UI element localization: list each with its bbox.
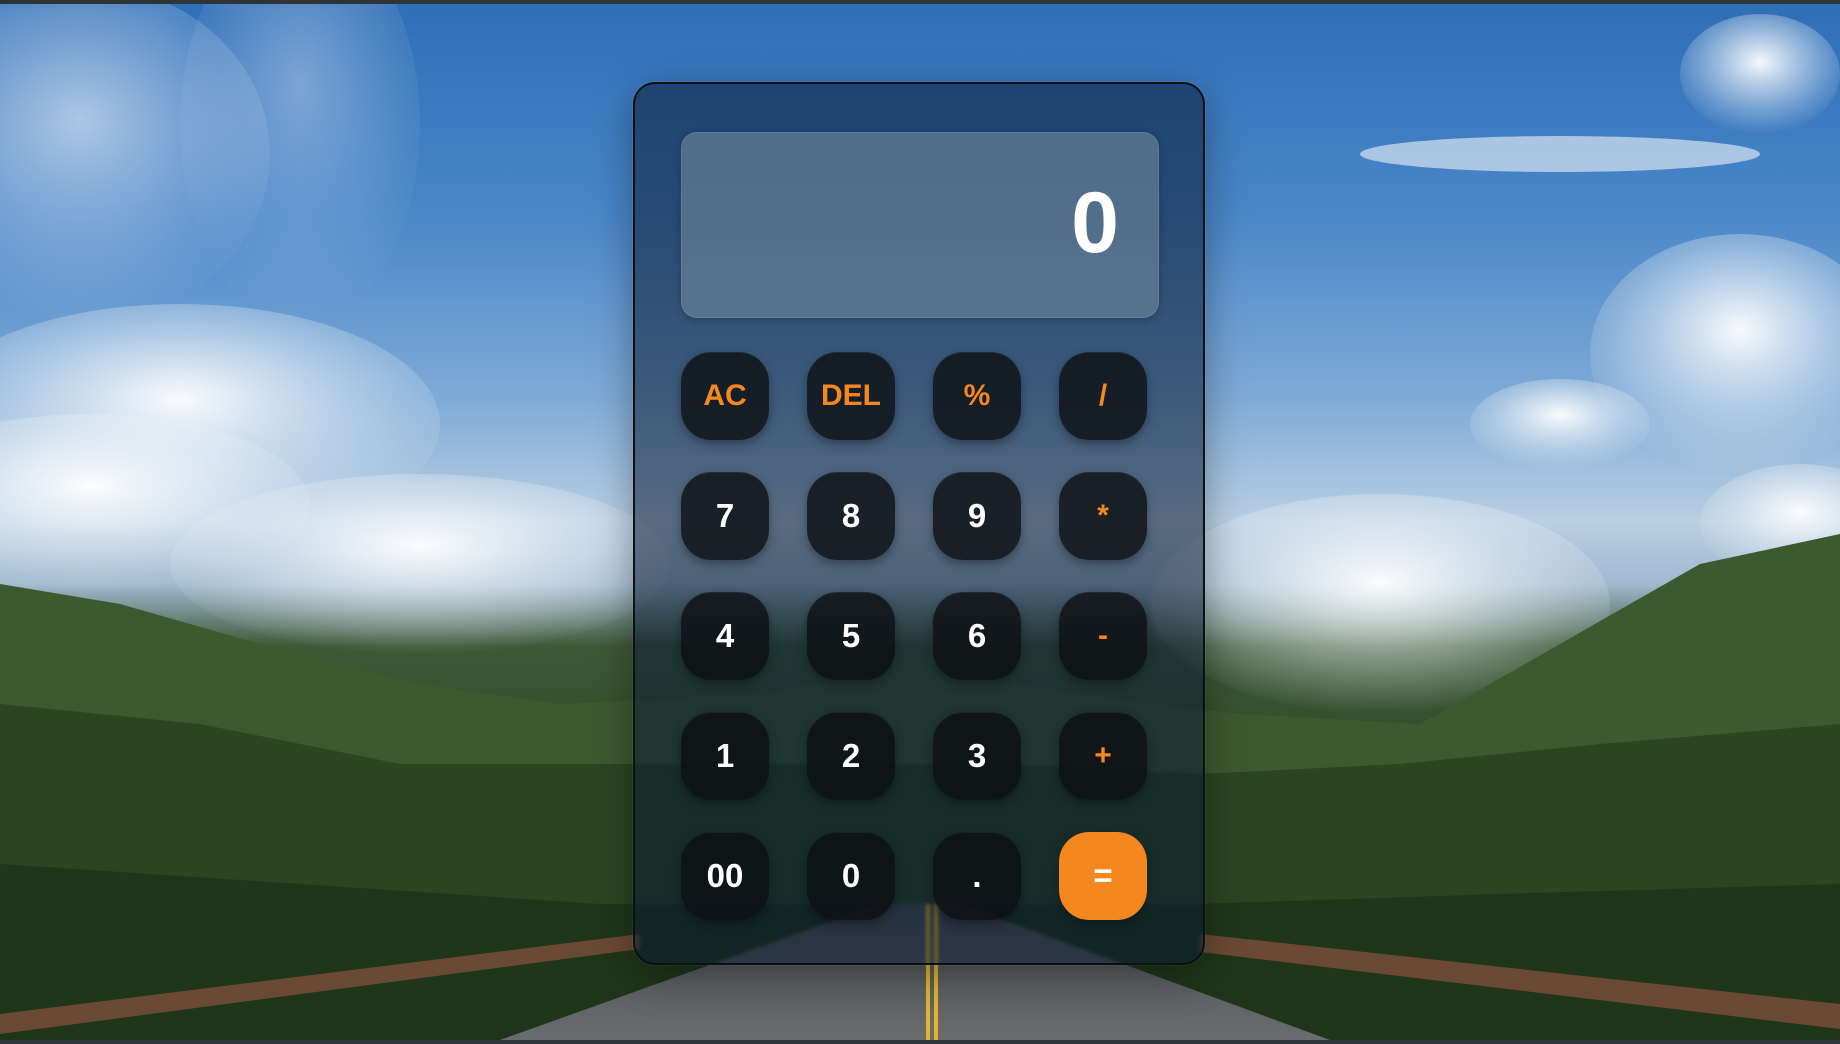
delete-button[interactable]: DEL bbox=[807, 352, 895, 440]
keypad: AC DEL%/7 8 9 * 4 5 6-1 2 3 +00 0. = bbox=[681, 352, 1163, 920]
double-zero-button[interactable]: 00 bbox=[681, 832, 769, 920]
add-button[interactable]: + bbox=[1059, 712, 1147, 800]
digit-4-button[interactable]: 4 bbox=[681, 592, 769, 680]
calculator-display: 0 bbox=[681, 132, 1159, 318]
all-clear-button[interactable]: AC bbox=[681, 352, 769, 440]
digit-1-button[interactable]: 1 bbox=[681, 712, 769, 800]
digit-0-button[interactable]: 0 bbox=[807, 832, 895, 920]
subtract-button[interactable]: - bbox=[1059, 592, 1147, 680]
digit-2-button[interactable]: 2 bbox=[807, 712, 895, 800]
digit-6-button[interactable]: 6 bbox=[933, 592, 1021, 680]
divide-button[interactable]: / bbox=[1059, 352, 1147, 440]
equals-button[interactable]: = bbox=[1059, 832, 1147, 920]
decimal-button[interactable]: . bbox=[933, 832, 1021, 920]
percent-button[interactable]: % bbox=[933, 352, 1021, 440]
digit-8-button[interactable]: 8 bbox=[807, 472, 895, 560]
multiply-button[interactable]: * bbox=[1059, 472, 1147, 560]
digit-5-button[interactable]: 5 bbox=[807, 592, 895, 680]
display-value: 0 bbox=[1071, 175, 1120, 271]
digit-9-button[interactable]: 9 bbox=[933, 472, 1021, 560]
digit-7-button[interactable]: 7 bbox=[681, 472, 769, 560]
digit-3-button[interactable]: 3 bbox=[933, 712, 1021, 800]
page: 0 AC DEL%/7 8 9 * 4 5 6-1 2 3 +00 0. = bbox=[0, 0, 1840, 1044]
calculator: 0 AC DEL%/7 8 9 * 4 5 6-1 2 3 +00 0. = bbox=[633, 82, 1205, 965]
background-landscape: 0 AC DEL%/7 8 9 * 4 5 6-1 2 3 +00 0. = bbox=[0, 4, 1840, 1040]
